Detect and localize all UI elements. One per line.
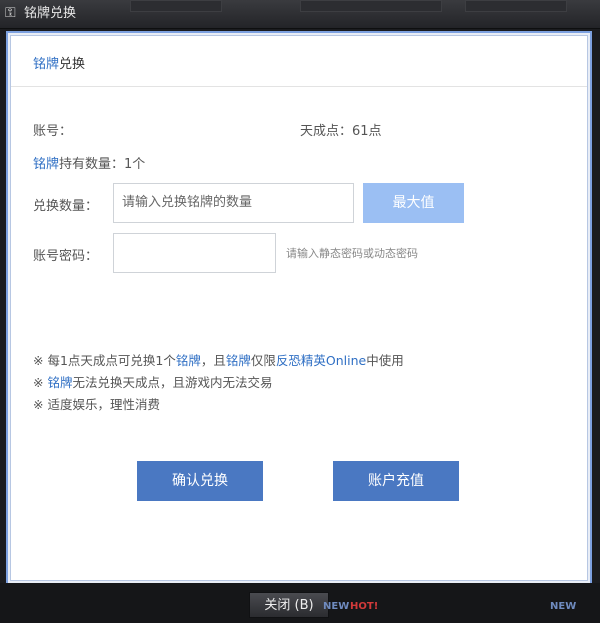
- background-row: [300, 0, 442, 12]
- password-input[interactable]: [113, 233, 276, 273]
- window-title: 铭牌兑换: [24, 6, 77, 21]
- password-label: 账号密码：: [33, 249, 99, 264]
- exchange-placeholder: 请输入兑换铭牌的数量: [122, 195, 253, 210]
- confirm-exchange-button[interactable]: 确认兑换: [137, 461, 263, 501]
- note-2-a: ※: [33, 375, 48, 390]
- note-1-f: 反恐精英Online: [275, 353, 367, 368]
- max-value-button[interactable]: 最大值: [363, 183, 464, 223]
- note-1-c: ，且: [200, 353, 226, 368]
- account-recharge-button[interactable]: 账户充值: [333, 461, 459, 501]
- exchange-dialog: 铭牌兑换 账号： 天成点：61点 铭牌持有数量：1个 兑换数量： 请输入兑换铭牌…: [10, 35, 588, 581]
- background-row: [130, 0, 222, 12]
- close-button[interactable]: 关闭 (B): [249, 592, 329, 618]
- exchange-quantity-input[interactable]: 请输入兑换铭牌的数量: [113, 183, 354, 223]
- note-2-b: 铭牌: [47, 375, 73, 390]
- note-1: ※ 每1点天成点可兑换1个铭牌，且铭牌仅限反恐精英Online中使用: [33, 350, 404, 369]
- new-badge: NEW: [323, 601, 350, 612]
- dialog-title: 铭牌兑换: [33, 53, 85, 72]
- account-label: 账号：: [33, 124, 73, 139]
- note-1-a: ※ 每1点天成点可兑换1个: [33, 353, 176, 368]
- note-2-c: 无法兑换天成点，且游戏内无法交易: [72, 375, 273, 390]
- exchange-label: 兑换数量：: [33, 199, 99, 214]
- hold-count: 铭牌持有数量：1个: [33, 153, 145, 172]
- dialog-title-rest: 兑换: [59, 57, 86, 72]
- note-3: ※ 适度娱乐，理性消费: [33, 397, 160, 412]
- note-1-d: 铭牌: [225, 353, 251, 368]
- dialog-header: 铭牌兑换: [11, 36, 587, 87]
- note-1-b: 铭牌: [175, 353, 201, 368]
- note-1-g: 中使用: [366, 353, 404, 368]
- app-icon: ⚿: [5, 5, 16, 21]
- hold-rest: 持有数量：1个: [59, 157, 146, 172]
- note-1-e: 仅限: [250, 353, 276, 368]
- hot-badge: HOT!: [350, 601, 379, 612]
- hold-highlight: 铭牌: [33, 157, 60, 172]
- note-2: ※ 铭牌无法兑换天成点，且游戏内无法交易: [33, 372, 272, 391]
- dialog-title-highlight: 铭牌: [33, 57, 60, 72]
- password-hint: 请输入静态密码或动态密码: [286, 247, 418, 260]
- new-badge: NEW: [550, 601, 577, 612]
- background-row: [465, 0, 567, 12]
- points-label: 天成点：61点: [300, 124, 382, 139]
